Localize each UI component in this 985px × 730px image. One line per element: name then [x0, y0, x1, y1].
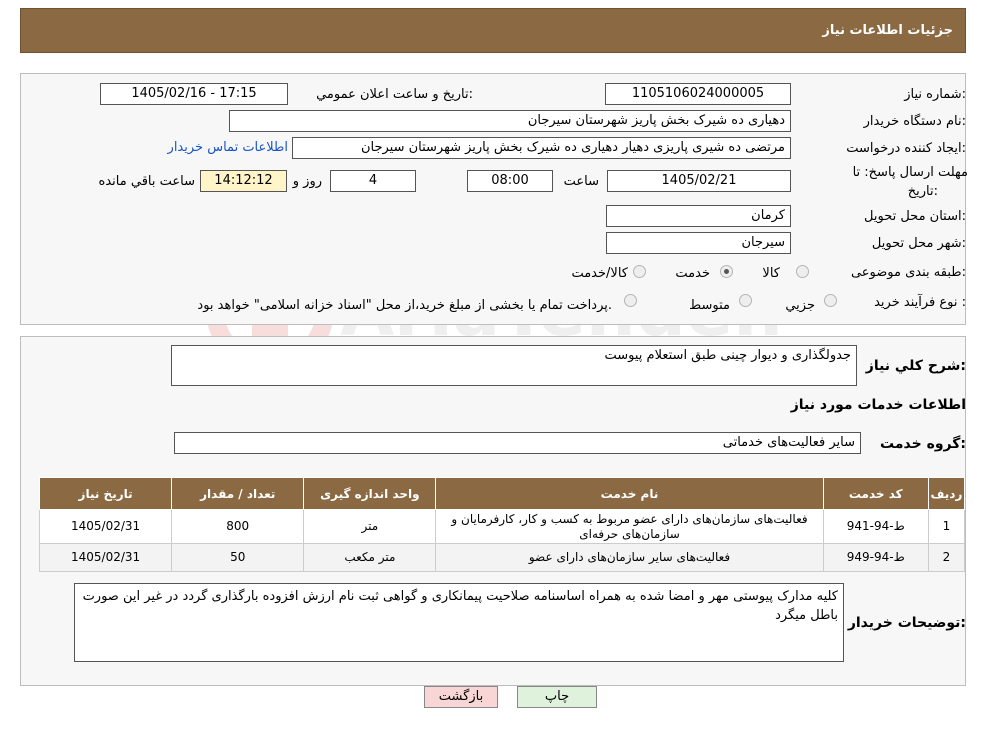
cell-date: 1405/02/31 [38, 509, 173, 544]
services-table: رديف كد خدمت نام خدمت واحد اندازه گيری ت… [38, 477, 966, 572]
announce-label: تاريخ و ساعت اعلان عمومي: [316, 87, 473, 102]
radio-goods-label: کالا [762, 266, 780, 281]
deadline-date-field: 1405/02/21 [607, 170, 791, 192]
radio-goods-service[interactable] [633, 265, 646, 278]
deadline-label: مهلت ارسال پاسخ: تا [852, 165, 968, 180]
remaining-time-field: 14:12:12 [200, 170, 287, 192]
cell-code: ط-94-949 [822, 543, 929, 572]
province-label: استان محل تحويل: [864, 209, 966, 224]
cell-name: فعالیت‌های سایر سازمان‌های دارای عضو [435, 543, 824, 572]
category-label: طبقه بندی موضوعی: [850, 265, 966, 280]
table-header-row: رديف كد خدمت نام خدمت واحد اندازه گيری ت… [38, 477, 966, 510]
col-unit: واحد اندازه گيری [303, 477, 437, 510]
table-row: 2 ط-94-949 فعالیت‌های سایر سازمان‌های دا… [38, 543, 966, 572]
announce-field: 1405/02/16 - 17:15 [100, 83, 288, 105]
buyer-notes-field: کلیه مدارک پیوستی مهر و امضا شده به همرا… [74, 583, 844, 662]
col-code: كد خدمت [822, 477, 929, 510]
cell-index: 2 [927, 543, 966, 572]
cell-unit: متر مکعب [303, 543, 437, 572]
page-header: جزئیات اطلاعات نیاز [20, 8, 966, 53]
services-title: اطلاعات خدمات مورد نياز [790, 397, 966, 413]
buyer-org-field: دهیاری ده شیرک بخش پاریز شهرستان سیرجان [229, 110, 791, 132]
days-label: روز و [292, 174, 322, 189]
city-label: شهر محل تحويل: [871, 236, 966, 251]
days-field: 4 [330, 170, 416, 192]
col-index: رديف [927, 477, 966, 510]
radio-service[interactable] [720, 265, 733, 278]
col-qty: تعداد / مقدار [171, 477, 305, 510]
checkbox-treasury[interactable] [624, 294, 637, 307]
summary-field: جدولگذاری و دیوار چینی طبق استعلام پیوست [171, 345, 857, 386]
deadline-label-2: تاريخ: [907, 184, 938, 199]
buyer-notes-label: توضيحات خريدار: [847, 615, 966, 631]
radio-goods[interactable] [796, 265, 809, 278]
cell-index: 1 [927, 509, 966, 544]
province-field: کرمان [606, 205, 791, 227]
service-group-label: گروه خدمت: [880, 436, 966, 452]
cell-unit: متر [303, 509, 437, 544]
service-group-field: سایر فعالیت‌های خدماتی [174, 432, 861, 454]
creator-label: ايجاد كننده درخواست: [846, 141, 966, 156]
cell-code: ط-94-941 [822, 509, 929, 544]
remaining-label: ساعت باقي مانده [98, 174, 195, 189]
radio-goods-service-label: کالا/خدمت [571, 266, 628, 281]
treasury-note: پرداخت تمام یا بخشی از مبلغ خرید،از محل … [197, 298, 612, 313]
time-label: ساعت [563, 174, 599, 189]
radio-minor[interactable] [824, 294, 837, 307]
cell-qty: 800 [171, 509, 305, 544]
table-row: 1 ط-94-941 فعالیت‌های سازمان‌های دارای ع… [38, 509, 966, 544]
need-number-field: 1105106024000005 [605, 83, 791, 105]
radio-service-label: خدمت [675, 266, 710, 281]
deadline-time-field: 08:00 [467, 170, 553, 192]
cell-date: 1405/02/31 [38, 543, 173, 572]
back-button[interactable]: بازگشت [424, 686, 498, 708]
col-name: نام خدمت [435, 477, 824, 510]
creator-field: مرتضی ده شیری پاریزی دهیار دهیاری ده شیر… [292, 137, 791, 159]
cell-qty: 50 [171, 543, 305, 572]
process-label: نوع فرآيند خريد : [874, 295, 966, 310]
page-title: جزئیات اطلاعات نیاز [822, 23, 953, 38]
cell-name: فعالیت‌های سازمان‌های دارای عضو مربوط به… [435, 509, 824, 544]
need-number-label: شماره نیاز: [904, 87, 966, 102]
summary-label: شرح كلي نياز: [865, 358, 966, 374]
city-field: سیرجان [606, 232, 791, 254]
buyer-contact-link[interactable]: اطلاعات تماس خریدار [168, 140, 288, 155]
radio-minor-label: جزيي [785, 298, 815, 313]
radio-medium-label: متوسط [689, 298, 730, 313]
radio-medium[interactable] [739, 294, 752, 307]
print-button[interactable]: چاپ [517, 686, 597, 708]
col-date: تاريخ نياز [38, 477, 173, 510]
buyer-org-label: نام دستگاه خريدار: [863, 114, 966, 129]
